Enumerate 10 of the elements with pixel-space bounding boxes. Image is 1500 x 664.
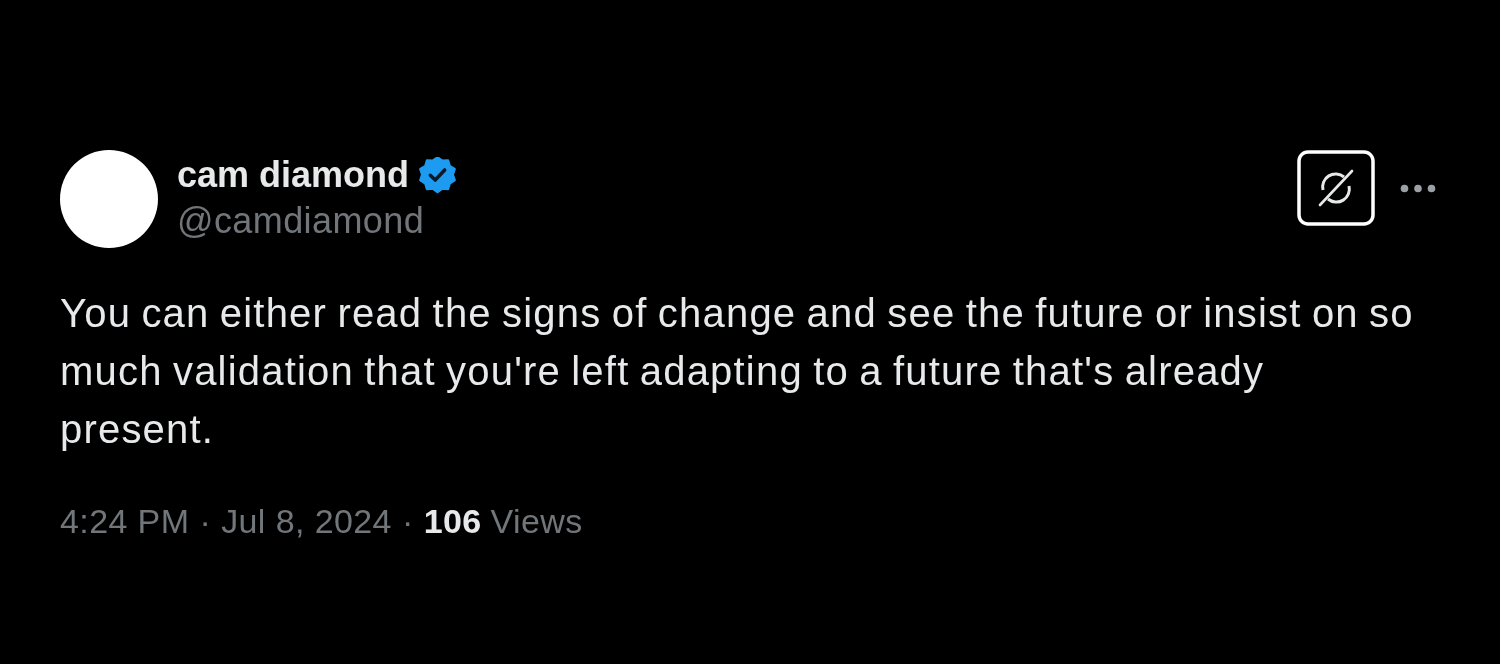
author-name[interactable]: cam diamond (177, 152, 410, 198)
more-icon[interactable] (1400, 183, 1436, 193)
tweet-time[interactable]: 4:24 PM (60, 499, 190, 543)
tweet-text: You can either read the signs of change and see the future or insist on so much validation that you're left adapting to a future that's already present. (60, 290, 1415, 453)
tweet-date[interactable]: Jul 8, 2024 (221, 499, 392, 543)
views-label: Views (490, 501, 583, 542)
separator-dot: · (199, 501, 212, 542)
separator-dot: · (401, 501, 414, 542)
author-handle[interactable]: @camdiamond (177, 198, 457, 244)
views-count: 106 (423, 501, 482, 542)
